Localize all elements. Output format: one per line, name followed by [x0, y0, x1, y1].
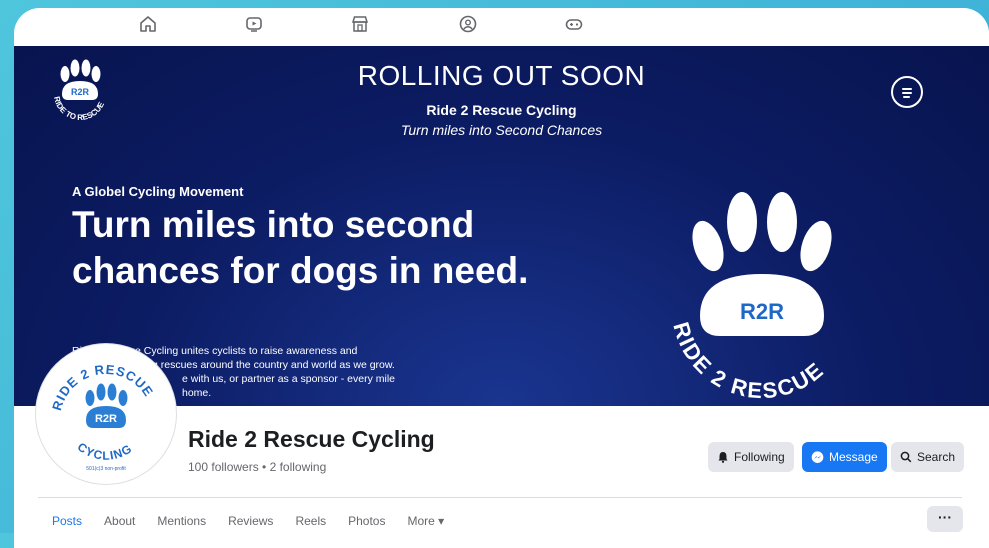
gaming-icon[interactable] — [564, 14, 584, 34]
menu-icon — [891, 76, 923, 108]
tab-posts[interactable]: Posts — [52, 514, 82, 528]
cover-heading-block: ROLLING OUT SOON Ride 2 Rescue Cycling T… — [14, 60, 989, 138]
facebook-page-frame: R2R RIDE TO RESCUE ROLLING OUT SOON Ride… — [14, 8, 989, 548]
avatar-bottom-text: CYCLING — [75, 440, 135, 463]
avatar[interactable]: RIDE 2 RESCUE R2R CYCLING 501(c)3 non-pr… — [40, 348, 172, 480]
following-button[interactable]: Following — [708, 442, 794, 472]
avatar-logo: RIDE 2 RESCUE R2R CYCLING 501(c)3 non-pr… — [49, 362, 155, 472]
tab-reviews[interactable]: Reviews — [228, 514, 273, 528]
message-button[interactable]: Message — [802, 442, 887, 472]
tab-reels[interactable]: Reels — [295, 514, 326, 528]
following-label: Following — [734, 450, 785, 464]
search-icon — [900, 451, 912, 463]
divider — [38, 497, 962, 498]
follower-stats[interactable]: 100 followers • 2 following — [188, 460, 326, 474]
page-tabs: Posts About Mentions Reviews Reels Photo… — [52, 514, 444, 528]
avatar-center-text: R2R — [95, 413, 117, 425]
tab-photos[interactable]: Photos — [348, 514, 385, 528]
groups-icon[interactable] — [458, 14, 478, 34]
large-paw-logo: R2R RIDE 2 RESCUE — [668, 192, 832, 403]
cover-tagline: A Globel Cycling Movement — [72, 184, 244, 199]
cover-headline: Turn miles into second chances for dogs … — [72, 204, 529, 291]
avatar-small-text: 501(c)3 non-profit — [86, 466, 126, 472]
marketplace-icon[interactable] — [350, 14, 370, 34]
cover-subtitle: Turn miles into Second Chances — [400, 122, 603, 138]
tab-more[interactable]: More ▾ — [407, 514, 444, 528]
message-label: Message — [829, 450, 878, 464]
home-icon[interactable] — [138, 14, 158, 34]
large-logo-text: R2R — [740, 299, 784, 324]
top-nav-bar — [14, 8, 989, 44]
search-button[interactable]: Search — [891, 442, 965, 472]
bell-icon — [718, 452, 728, 463]
cover-subheading: Ride 2 Rescue Cycling — [426, 102, 577, 118]
tab-mentions[interactable]: Mentions — [157, 514, 206, 528]
more-options-button[interactable]: ··· — [927, 506, 963, 532]
cover-heading: ROLLING OUT SOON — [357, 60, 646, 91]
messenger-icon — [811, 450, 824, 463]
search-label: Search — [917, 450, 956, 464]
page-title: Ride 2 Rescue Cycling — [188, 426, 435, 452]
tab-about[interactable]: About — [104, 514, 135, 528]
video-icon[interactable] — [244, 14, 264, 34]
